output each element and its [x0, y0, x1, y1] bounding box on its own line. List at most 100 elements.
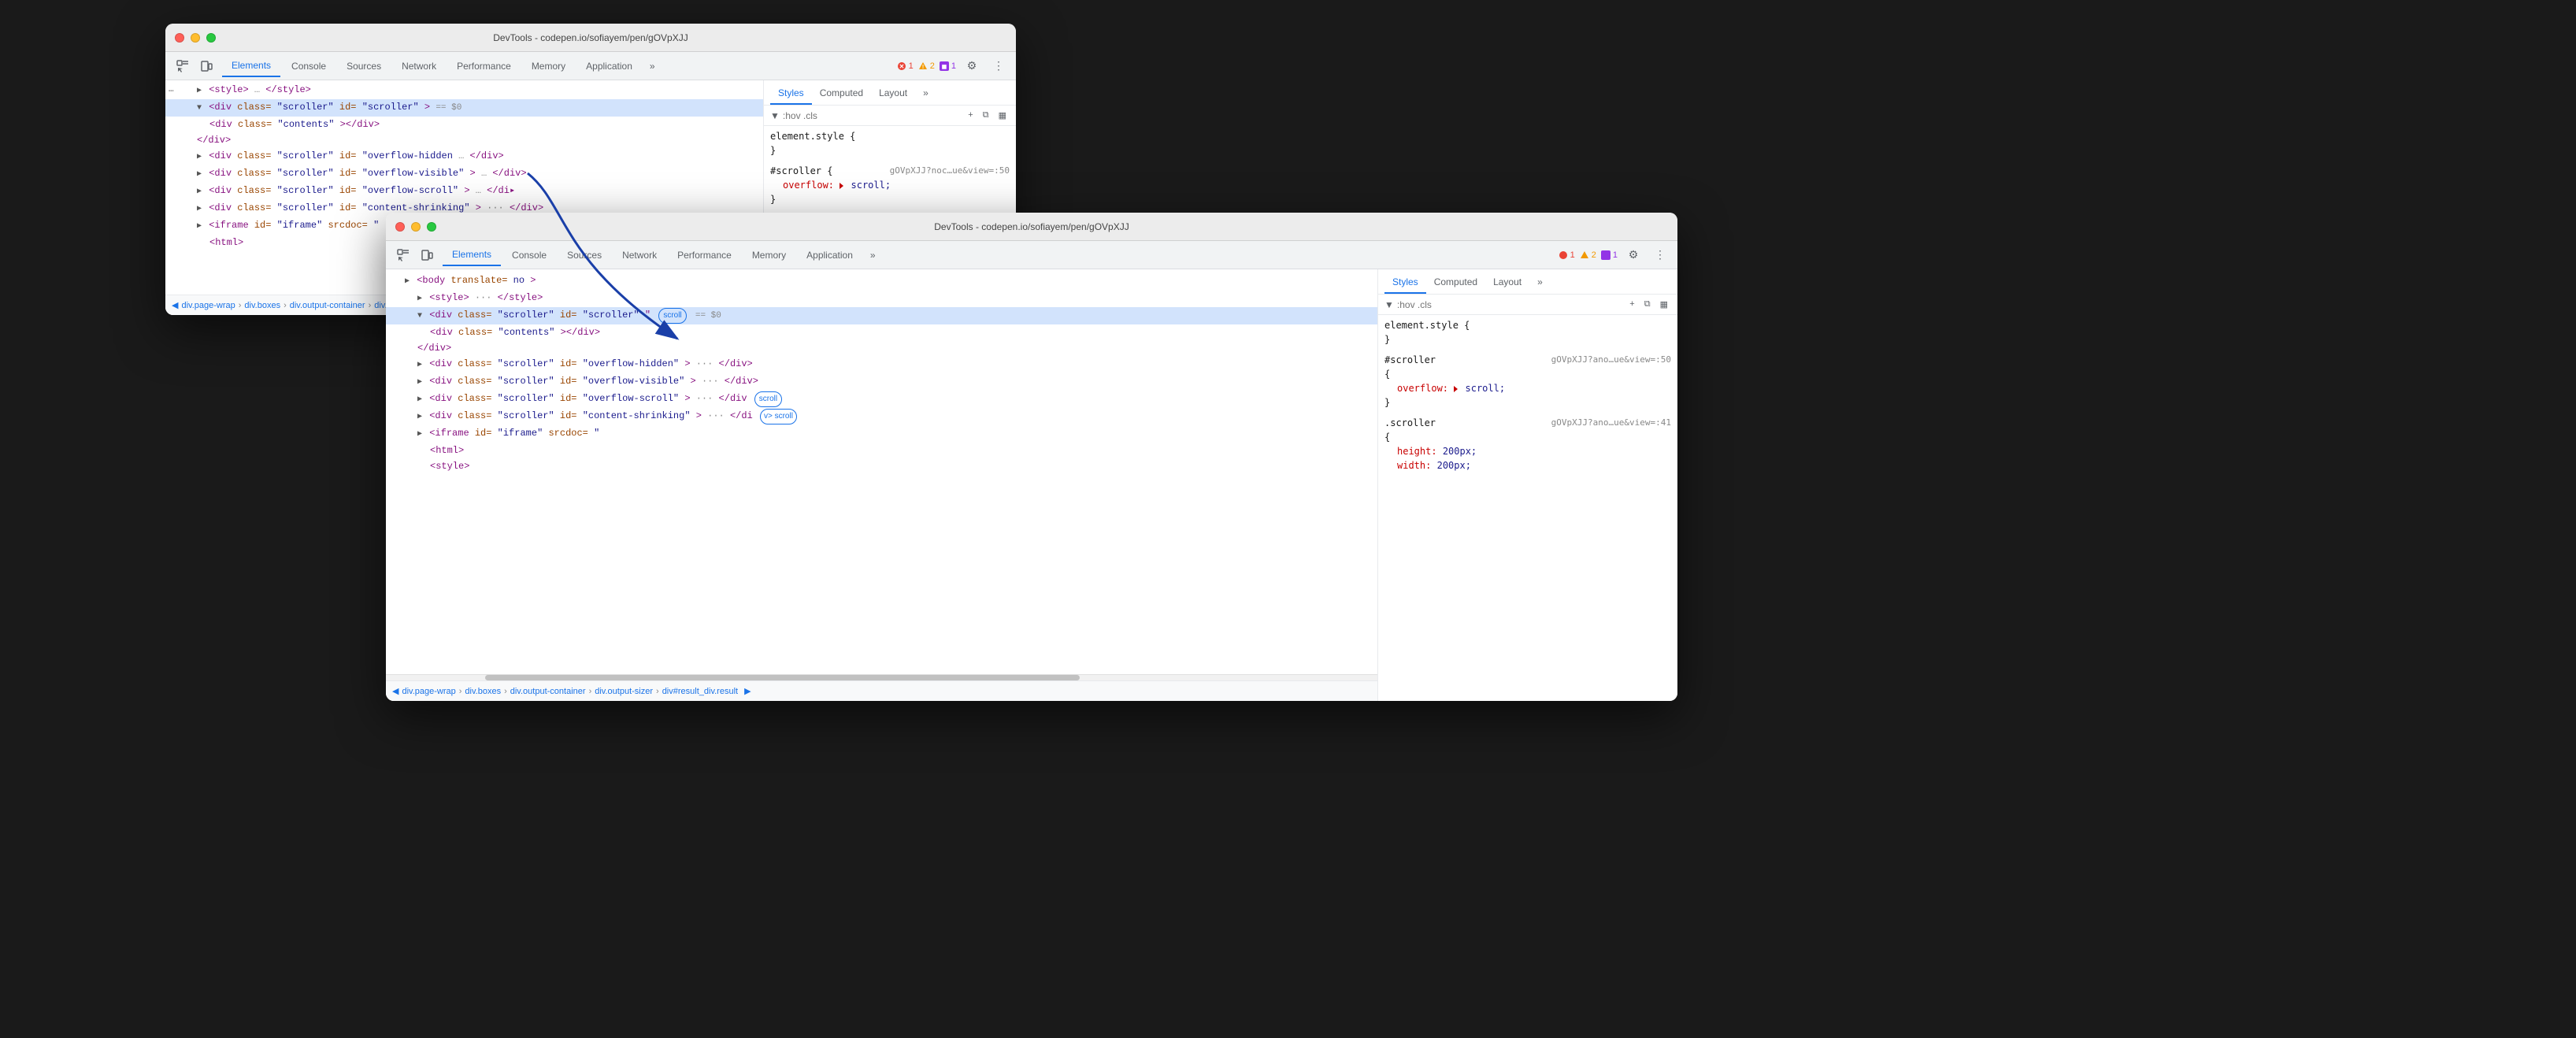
close-button-1[interactable]	[175, 33, 184, 43]
maximize-button-1[interactable]	[206, 33, 216, 43]
minimize-button-1[interactable]	[191, 33, 200, 43]
breadcrumb-item[interactable]: div.boxes	[244, 301, 280, 310]
html-line[interactable]: <div class= "contents" ></div>	[386, 324, 1377, 340]
html-line[interactable]: <style>	[386, 458, 1377, 474]
html-line[interactable]: ▶ <style> … </style>	[165, 82, 763, 99]
breadcrumb-item[interactable]: div.output-container	[510, 687, 586, 696]
settings-icon-2[interactable]: ⚙	[1622, 244, 1644, 266]
scroll-badge-overflow: scroll	[754, 391, 782, 407]
filter-copy-btn-1[interactable]: ⧉	[980, 109, 992, 122]
breadcrumb-item[interactable]: div.boxes	[465, 687, 501, 696]
html-line[interactable]: ▶ <style> ··· </style>	[386, 290, 1377, 307]
breadcrumb-2: ◀ div.page-wrap › div.boxes › div.output…	[386, 680, 1377, 701]
html-line[interactable]: ▶ <div class= "scroller" id= "overflow-h…	[386, 356, 1377, 373]
filter-input-1[interactable]	[783, 110, 962, 121]
html-line[interactable]: ▶ <div class= "scroller" id= "overflow-s…	[165, 183, 763, 200]
tab-console-1[interactable]: Console	[282, 56, 335, 76]
warning-badge-2: 2	[1580, 250, 1596, 260]
tab-computed-1[interactable]: Computed	[812, 83, 871, 105]
breadcrumb-item[interactable]: div.page-wrap	[402, 687, 455, 696]
devtools-tabs-2: Elements Console Sources Network Perform…	[386, 241, 1677, 269]
tab-layout-1[interactable]: Layout	[871, 83, 915, 105]
html-line[interactable]: ▶ <div class= "scroller" id= "overflow-h…	[165, 148, 763, 165]
tab-styles-2[interactable]: Styles	[1384, 272, 1426, 294]
devtools-tabs-1: Elements Console Sources Network Perform…	[165, 52, 1016, 80]
tabs-more-1[interactable]: »	[643, 57, 662, 75]
warning-badge-1: ! 2	[918, 61, 935, 71]
filter-toggle-btn-2[interactable]: ▦	[1657, 298, 1671, 311]
filter-copy-btn-2[interactable]: ⧉	[1641, 298, 1654, 311]
css-rule: #scroller gOVpXJJ?ano…ue&view=:50 { over…	[1384, 353, 1671, 410]
tab-application-1[interactable]: Application	[576, 56, 642, 76]
html-line-selected[interactable]: ▼ <div class= "scroller" id= "scroller" …	[165, 99, 763, 117]
tab-memory-1[interactable]: Memory	[522, 56, 575, 76]
filter-toggle-btn-1[interactable]: ▦	[995, 109, 1010, 122]
css-rule: .scroller gOVpXJJ?ano…ue&view=:41 { heig…	[1384, 416, 1671, 473]
settings-icon-1[interactable]: ⚙	[961, 55, 983, 77]
scrollbar-thumb[interactable]	[485, 675, 1080, 680]
more-icon-2[interactable]: ⋮	[1649, 244, 1671, 266]
inspect-icon[interactable]	[172, 55, 194, 77]
tab-styles-1[interactable]: Styles	[770, 83, 812, 105]
traffic-lights-2	[395, 222, 436, 232]
tab-application-2[interactable]: Application	[797, 245, 862, 265]
html-line-selected-2[interactable]: ▼ <div class= "scroller" id= "scroller" …	[386, 307, 1377, 324]
css-rule: element.style { }	[770, 129, 1010, 158]
tab-sources-1[interactable]: Sources	[337, 56, 391, 76]
breadcrumb-item[interactable]: div#result_div.result	[662, 687, 738, 696]
tabs-more-2[interactable]: »	[864, 247, 882, 264]
styles-filter-1: ▼ + ⧉ ▦	[764, 106, 1016, 126]
filter-input-2[interactable]	[1397, 299, 1623, 310]
tab-computed-2[interactable]: Computed	[1426, 272, 1485, 294]
html-line[interactable]: ▶ <body translate= no >	[386, 272, 1377, 290]
tab-more-styles-2[interactable]: »	[1529, 272, 1551, 294]
tab-elements-1[interactable]: Elements	[222, 55, 280, 77]
device-icon-2[interactable]	[416, 244, 438, 266]
svg-text:◼: ◼	[942, 63, 947, 70]
styles-tabs-2: Styles Computed Layout »	[1378, 269, 1677, 295]
breadcrumb-item[interactable]: div.page-wrap	[181, 301, 235, 310]
filter-add-btn-2[interactable]: +	[1626, 298, 1637, 311]
minimize-button-2[interactable]	[411, 222, 421, 232]
tab-console-2[interactable]: Console	[502, 245, 556, 265]
styles-panel-2: Styles Computed Layout » ▼ + ⧉ ▦ element…	[1378, 269, 1677, 701]
tab-network-1[interactable]: Network	[392, 56, 446, 76]
device-icon[interactable]	[195, 55, 217, 77]
maximize-button-2[interactable]	[427, 222, 436, 232]
html-line[interactable]: ▶ <div class= "scroller" id= "overflow-s…	[386, 391, 1377, 408]
tab-more-styles-1[interactable]: »	[915, 83, 936, 105]
tab-performance-2[interactable]: Performance	[668, 245, 741, 265]
css-triangle-icon-2	[1454, 386, 1458, 392]
title-bar-1: DevTools - codepen.io/sofiayem/pen/gOVpX…	[165, 24, 1016, 52]
html-line[interactable]: <div class= "contents" ></div>	[165, 117, 763, 132]
tab-network-2[interactable]: Network	[613, 245, 666, 265]
tab-performance-1[interactable]: Performance	[447, 56, 521, 76]
tab-icons-2	[392, 244, 438, 266]
breadcrumb-back[interactable]: ◀	[392, 686, 398, 696]
info-badge-1: ◼ 1	[940, 61, 956, 71]
html-line[interactable]: ▶ <iframe id= "iframe" srcdoc= "	[386, 425, 1377, 443]
inspect-icon-2[interactable]	[392, 244, 414, 266]
tab-elements-2[interactable]: Elements	[443, 244, 501, 266]
filter-buttons-1: + ⧉ ▦	[965, 109, 1010, 122]
html-line[interactable]: ▶ <div class= "scroller" id= "overflow-v…	[386, 373, 1377, 391]
filter-add-btn-1[interactable]: +	[965, 109, 976, 122]
html-line[interactable]: </div>	[165, 132, 763, 148]
error-badge-2: 1	[1559, 250, 1575, 260]
html-line[interactable]: ▶ <div class= "scroller" id= "content-sh…	[386, 408, 1377, 425]
tab-sources-2[interactable]: Sources	[558, 245, 611, 265]
breadcrumb-item[interactable]: div.output-sizer	[595, 687, 653, 696]
breadcrumb-forward[interactable]: ▶	[744, 686, 751, 696]
scrollbar-horizontal[interactable]	[386, 674, 1377, 680]
html-line[interactable]: </div>	[386, 340, 1377, 356]
more-icon-1[interactable]: ⋮	[988, 55, 1010, 77]
breadcrumb-item[interactable]: ◀	[172, 300, 178, 310]
elements-panel-2: ▶ <body translate= no > ▶ <style> ··· </…	[386, 269, 1378, 701]
close-button-2[interactable]	[395, 222, 405, 232]
breadcrumb-item[interactable]: div.output-container	[290, 301, 365, 310]
html-line[interactable]: <html>	[386, 443, 1377, 458]
tab-layout-2[interactable]: Layout	[1485, 272, 1529, 294]
tab-memory-2[interactable]: Memory	[743, 245, 795, 265]
devtools-main-2: ▶ <body translate= no > ▶ <style> ··· </…	[386, 269, 1677, 701]
html-line[interactable]: ▶ <div class= "scroller" id= "overflow-v…	[165, 165, 763, 183]
